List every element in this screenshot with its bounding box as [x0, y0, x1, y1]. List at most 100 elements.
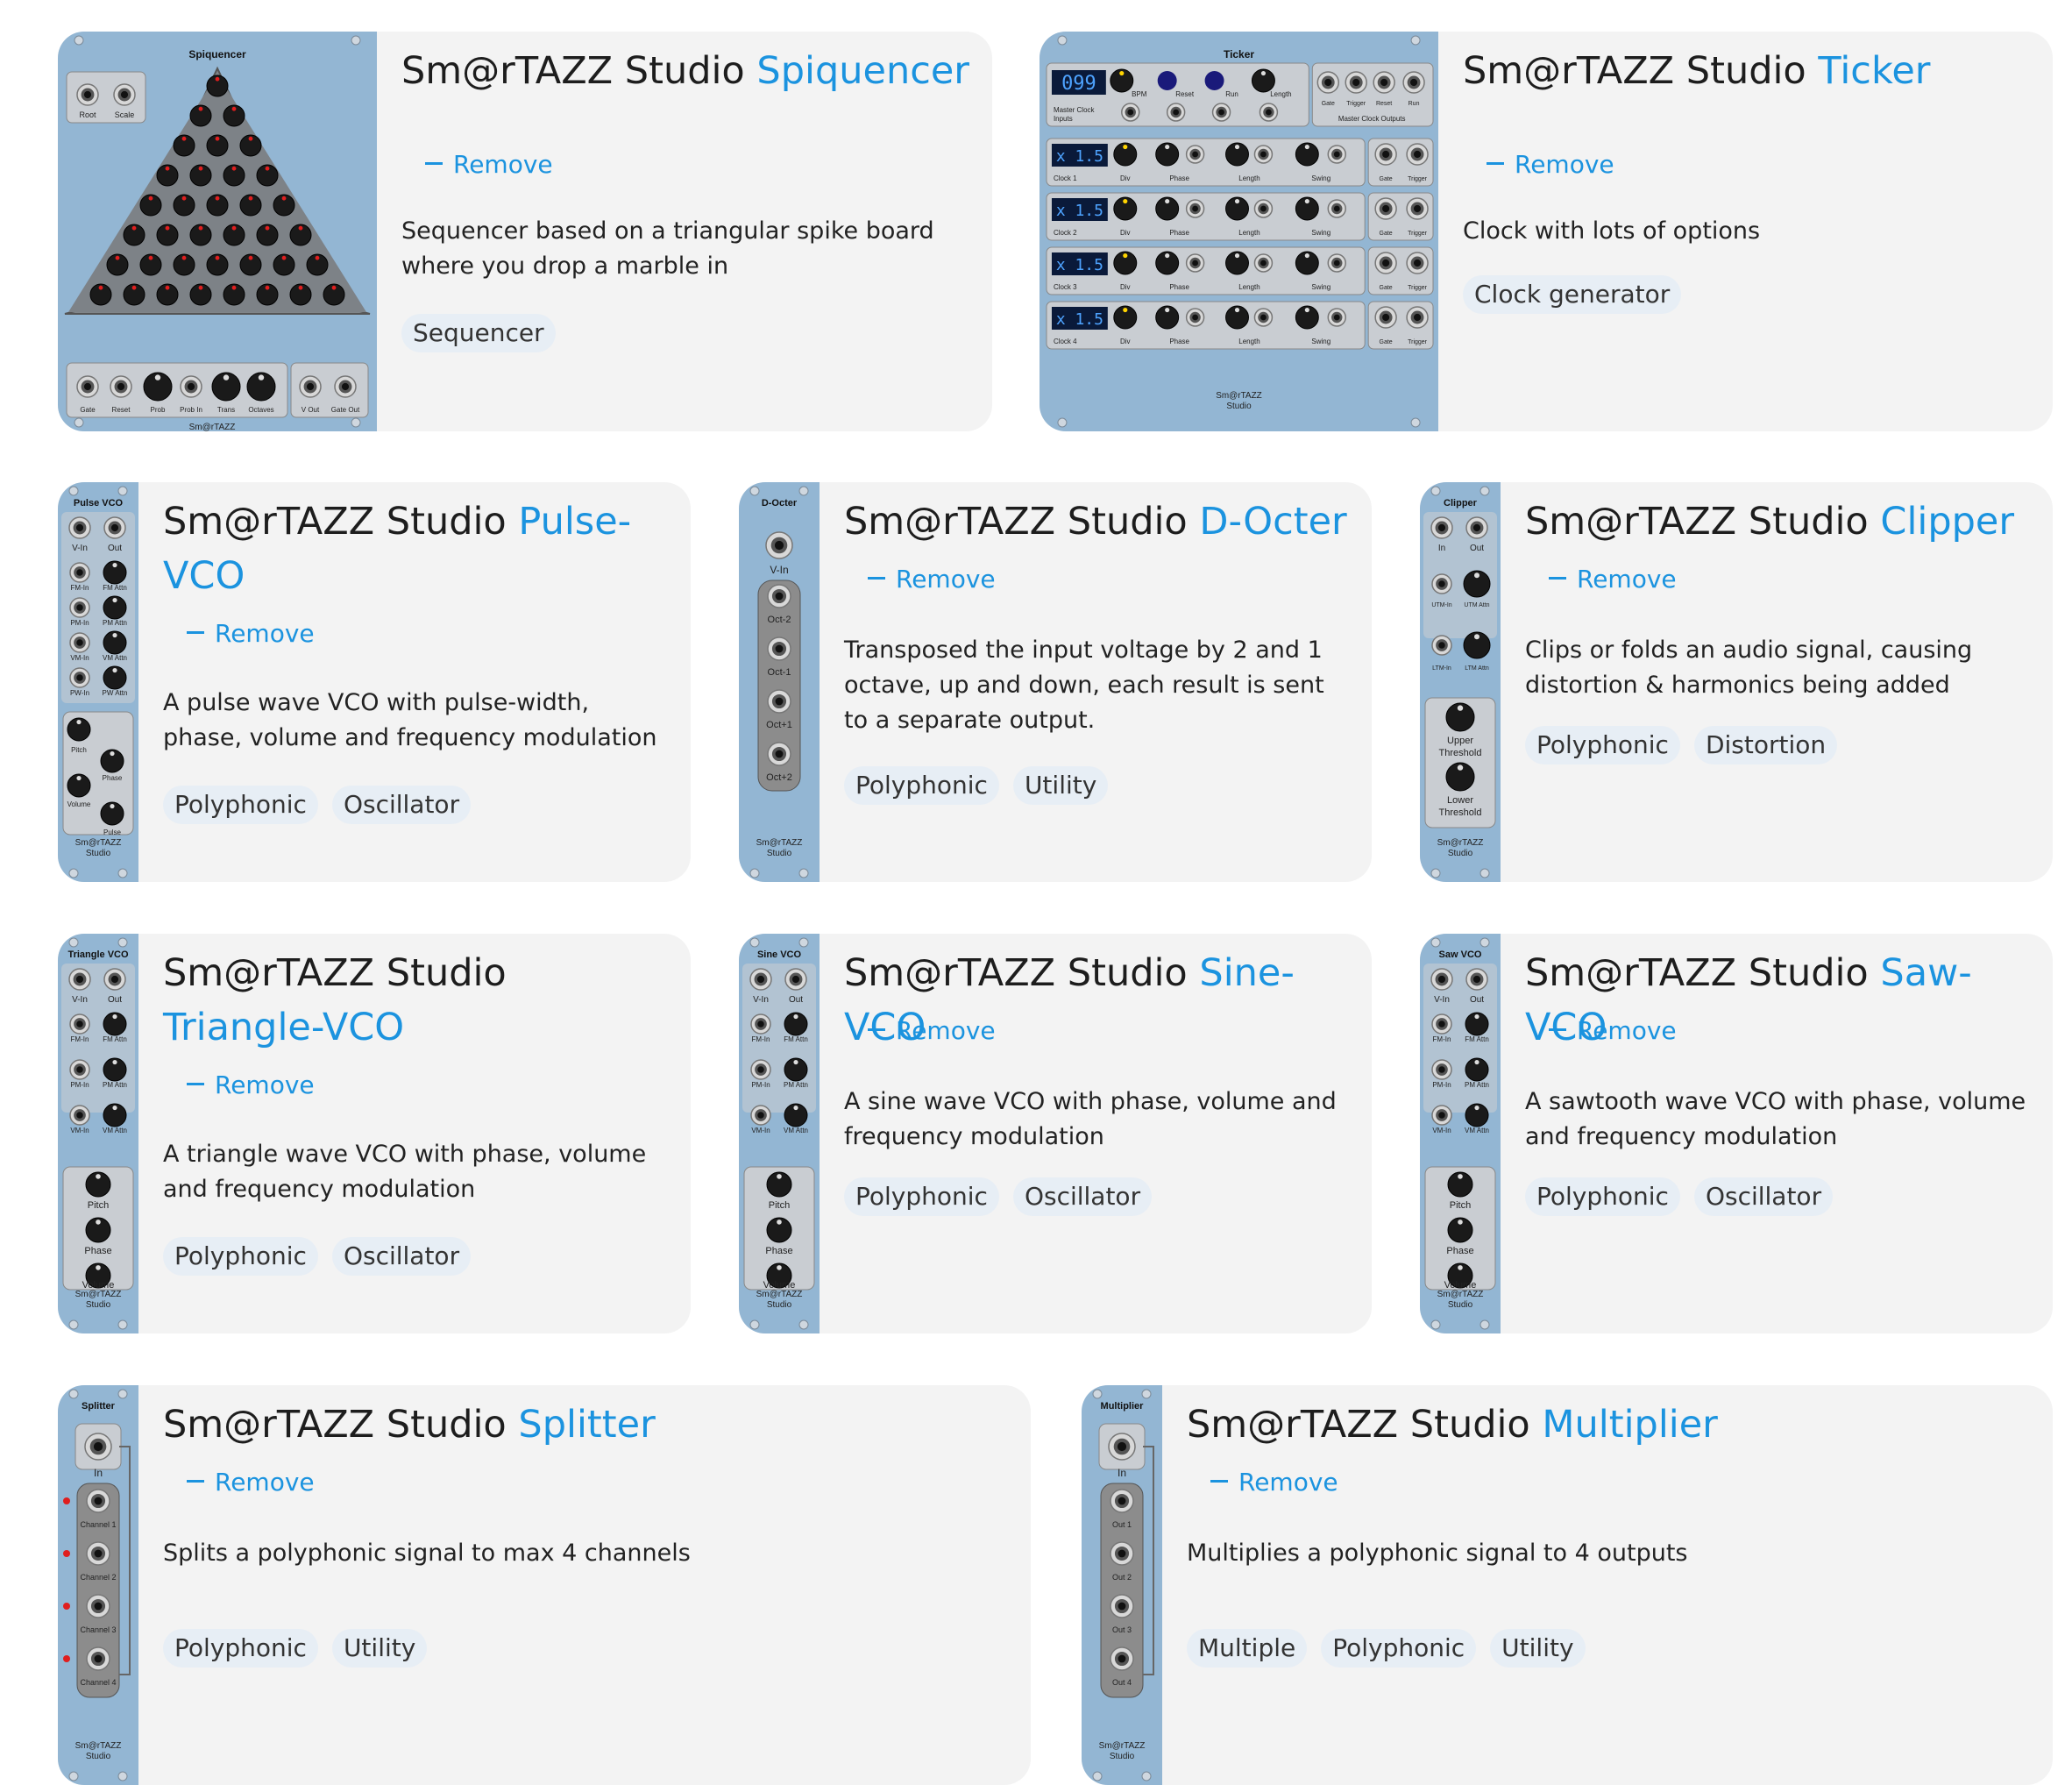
module-title[interactable]: Sm@rTAZZ Studio Multiplier [1187, 1397, 2030, 1452]
knob [223, 164, 245, 187]
tag-polyphonic[interactable]: Polyphonic [1525, 726, 1680, 764]
module-title[interactable]: Sm@rTAZZ Studio D-Octer [844, 494, 1349, 549]
module-name-link[interactable]: Splitter [518, 1403, 655, 1447]
module-name-link[interactable]: Spiquencer [756, 49, 969, 93]
panel-label: Volume [82, 1280, 115, 1291]
module-panel-image[interactable]: Pulse VCO Sm@rTAZZ Studio V-In Out FM-In FM At… [58, 482, 138, 882]
knob [85, 1171, 111, 1198]
module-panel-image[interactable]: Splitter Sm@rTAZZ Studio In Channel 1 Channel… [58, 1385, 138, 1785]
module-card-ticker[interactable]: Ticker 099 BPM Reset Run Length Master Clock In… [1040, 32, 2053, 431]
remove-button[interactable]: Remove [1549, 1013, 1677, 1049]
module-title[interactable]: Sm@rTAZZ Studio Triangle-VCO [163, 946, 668, 1055]
module-card-triangle-vco[interactable]: Triangle VCO Sm@rTAZZ Studio V-In Out FM-In FM… [58, 934, 691, 1333]
module-name-link[interactable]: Ticker [1818, 49, 1930, 93]
screw [68, 1771, 79, 1781]
jack [334, 375, 357, 398]
panel-label: Threshold [1439, 748, 1482, 758]
tag-clock-generator[interactable]: Clock generator [1463, 275, 1682, 314]
module-name-link[interactable]: Triangle-VCO [163, 1006, 404, 1049]
panel-label: Upper [1447, 736, 1473, 746]
tag-polyphonic[interactable]: Polyphonic [1321, 1629, 1477, 1668]
module-card-splitter[interactable]: Splitter Sm@rTAZZ Studio In Channel 1 Channel… [58, 1385, 1031, 1785]
tag-list: Polyphonic Oscillator [163, 1237, 472, 1276]
remove-label: Remove [215, 619, 315, 648]
panel-label: Pitch [71, 746, 87, 754]
module-name-link[interactable]: Multiplier [1542, 1403, 1717, 1447]
remove-button[interactable]: Remove [868, 1013, 996, 1049]
knob [67, 717, 91, 742]
module-panel-image[interactable]: Ticker 099 BPM Reset Run Length Master Clock In… [1040, 32, 1438, 431]
panel-label: Sm@rTAZZ [1099, 1741, 1146, 1751]
tag-oscillator[interactable]: Oscillator [1693, 1177, 1834, 1216]
module-card-spiquencer[interactable]: Spiquencer Root Scale Gate Reset Prob Prob In T… [58, 32, 992, 431]
module-panel-image[interactable]: Sine VCO Sm@rTAZZ Studio V-In Out FM-In FM Att… [739, 934, 820, 1333]
remove-button[interactable]: Remove [868, 562, 996, 597]
tag-utility[interactable]: Utility [331, 1629, 428, 1668]
knob [256, 224, 279, 246]
panel-label: LTM Attn [1465, 665, 1489, 672]
remove-button[interactable]: Remove [1210, 1465, 1338, 1500]
panel-label: Reset [1376, 101, 1392, 107]
jack [1374, 252, 1397, 274]
module-title[interactable]: Sm@rTAZZ Studio Spiquencer [401, 44, 969, 98]
panel-label: Studio [86, 849, 111, 858]
tag-polyphonic[interactable]: Polyphonic [844, 1177, 999, 1216]
tag-utility[interactable]: Utility [1012, 766, 1109, 805]
module-card-clipper[interactable]: Clipper Sm@rTAZZ Studio In Out UTM-In UTM Attn… [1420, 482, 2053, 882]
module-title[interactable]: Sm@rTAZZ Studio Ticker [1463, 44, 2030, 98]
module-card-sine-vco[interactable]: Sine VCO Sm@rTAZZ Studio V-In Out FM-In FM Att… [739, 934, 1372, 1333]
module-name-link[interactable]: D-Octer [1199, 500, 1346, 544]
screw [68, 1319, 79, 1330]
module-title[interactable]: Sm@rTAZZ Studio Clipper [1525, 494, 2030, 549]
remove-button[interactable]: Remove [187, 616, 315, 651]
remove-button[interactable]: Remove [187, 1465, 315, 1500]
module-title[interactable]: Sm@rTAZZ Studio Pulse-VCO [163, 494, 668, 603]
remove-button[interactable]: Remove [425, 147, 553, 182]
tag-multiple[interactable]: Multiple [1187, 1629, 1308, 1668]
tag-oscillator[interactable]: Oscillator [331, 1237, 472, 1276]
tag-polyphonic[interactable]: Polyphonic [1525, 1177, 1680, 1216]
tag-polyphonic[interactable]: Polyphonic [163, 786, 318, 824]
tag-sequencer[interactable]: Sequencer [401, 314, 556, 352]
panel-label: Volume [763, 1280, 796, 1291]
knob [1295, 305, 1319, 330]
module-card-saw-vco[interactable]: Saw VCO Sm@rTAZZ Studio V-In Out FM-In FM Attn… [1420, 934, 2053, 1333]
module-panel-image[interactable]: Triangle VCO Sm@rTAZZ Studio V-In Out FM-In FM… [58, 934, 138, 1333]
module-card-pulse-vco[interactable]: Pulse VCO Sm@rTAZZ Studio V-In Out FM-In FM At… [58, 482, 691, 882]
panel-title: Pulse VCO [74, 498, 124, 508]
module-panel-image[interactable]: Multiplier Sm@rTAZZ Studio In Out 1 Out 2 Out … [1082, 1385, 1162, 1785]
tag-oscillator[interactable]: Oscillator [331, 786, 472, 824]
jack [765, 531, 793, 559]
minus-icon [1210, 1479, 1228, 1483]
panel-label: V-In [72, 544, 88, 553]
panel-label: Sm@rTAZZ [75, 1290, 122, 1299]
jack [1211, 103, 1231, 122]
panel-label: Sm@rTAZZ [75, 838, 122, 848]
module-panel-image[interactable]: Clipper Sm@rTAZZ Studio In Out UTM-In UTM Attn… [1420, 482, 1501, 882]
module-panel-image[interactable]: Saw VCO Sm@rTAZZ Studio V-In Out FM-In FM Attn… [1420, 934, 1501, 1333]
screw [1057, 417, 1068, 428]
panel-label: Sm@rTAZZ [1216, 391, 1262, 401]
tag-polyphonic[interactable]: Polyphonic [163, 1237, 318, 1276]
module-title[interactable]: Sm@rTAZZ Studio Splitter [163, 1397, 1008, 1452]
panel-label: Length [1270, 90, 1291, 98]
tag-distortion[interactable]: Distortion [1693, 726, 1838, 764]
module-card-d-octer[interactable]: D-Octer Sm@rTAZZ Studio V-In Oct-2 Oct-1 Oct+1… [739, 482, 1372, 882]
remove-button[interactable]: Remove [187, 1068, 315, 1103]
tag-oscillator[interactable]: Oscillator [1012, 1177, 1153, 1216]
remove-button[interactable]: Remove [1549, 562, 1677, 597]
jack [110, 375, 132, 398]
knob [1113, 196, 1138, 221]
module-info: Sm@rTAZZ Studio Sine-VCO Remove A sine wav… [844, 934, 1372, 1333]
jack [1431, 1105, 1452, 1126]
knob [1445, 762, 1475, 792]
tag-polyphonic[interactable]: Polyphonic [844, 766, 999, 805]
remove-button[interactable]: Remove [1487, 147, 1614, 182]
module-card-multiplier[interactable]: Multiplier Sm@rTAZZ Studio In Out 1 Out 2 Out … [1082, 1385, 2053, 1785]
module-panel-image[interactable]: D-Octer Sm@rTAZZ Studio V-In Oct-2 Oct-1 Oct+1… [739, 482, 820, 882]
module-name-link[interactable]: Clipper [1880, 500, 2014, 544]
jack [69, 1105, 90, 1126]
module-panel-image[interactable]: Spiquencer Root Scale Gate Reset Prob Prob In T… [58, 32, 377, 431]
tag-utility[interactable]: Utility [1490, 1629, 1586, 1668]
tag-polyphonic[interactable]: Polyphonic [163, 1629, 318, 1668]
